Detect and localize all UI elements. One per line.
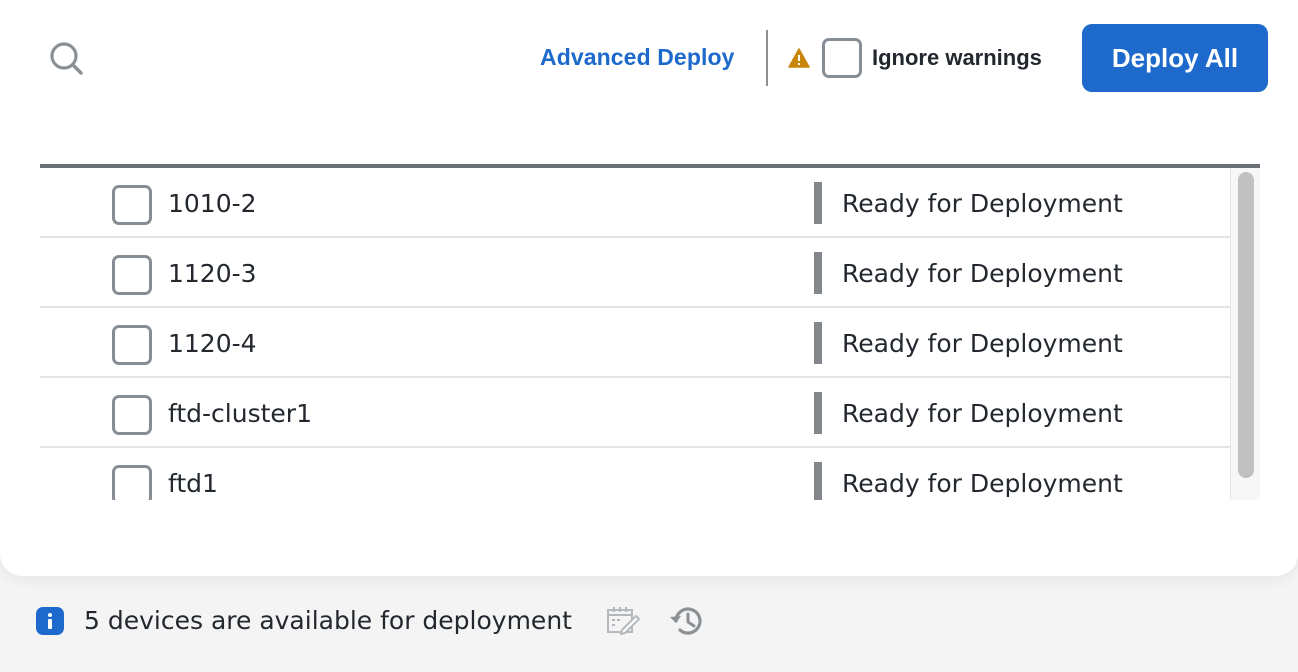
device-status: Ready for Deployment <box>842 469 1123 498</box>
row-checkbox[interactable] <box>112 325 152 365</box>
status-indicator <box>814 252 822 294</box>
device-name: 1120-3 <box>168 259 257 288</box>
ignore-warnings-checkbox[interactable] <box>822 38 862 78</box>
ignore-warnings-label[interactable]: Ignore warnings <box>872 45 1042 71</box>
table-row[interactable]: 1120-3 Ready for Deployment <box>40 238 1230 308</box>
row-checkbox[interactable] <box>112 395 152 435</box>
warning-triangle-icon <box>788 48 810 68</box>
search-icon[interactable] <box>48 40 86 78</box>
table-row[interactable]: 1010-2 Ready for Deployment <box>40 168 1230 238</box>
table-row[interactable]: 1120-4 Ready for Deployment <box>40 308 1230 378</box>
status-indicator <box>814 392 822 434</box>
toolbar-divider <box>766 30 768 86</box>
status-indicator <box>814 322 822 364</box>
toolbar: Advanced Deploy Ignore warnings Deploy A… <box>0 0 1298 96</box>
scrollbar-thumb[interactable] <box>1238 172 1254 478</box>
device-status: Ready for Deployment <box>842 189 1123 218</box>
advanced-deploy-link[interactable]: Advanced Deploy <box>540 44 735 71</box>
scrollbar-track[interactable] <box>1230 168 1260 500</box>
deploy-all-button[interactable]: Deploy All <box>1082 24 1268 92</box>
info-icon <box>36 607 64 635</box>
device-name: ftd1 <box>168 469 218 498</box>
device-name: 1010-2 <box>168 189 257 218</box>
device-name: 1120-4 <box>168 329 257 358</box>
status-indicator <box>814 182 822 224</box>
status-indicator <box>814 462 822 500</box>
table-row[interactable]: ftd1 Ready for Deployment <box>40 448 1230 500</box>
device-status: Ready for Deployment <box>842 259 1123 288</box>
device-list: 1010-2 Ready for Deployment 1120-3 Ready… <box>40 168 1230 500</box>
deployment-summary: 5 devices are available for deployment <box>84 606 572 635</box>
table-row[interactable]: ftd-cluster1 Ready for Deployment <box>40 378 1230 448</box>
device-name: ftd-cluster1 <box>168 399 312 428</box>
calendar-edit-icon[interactable] <box>606 606 640 636</box>
history-icon[interactable] <box>668 604 704 638</box>
footer: 5 devices are available for deployment <box>0 590 1298 660</box>
device-status: Ready for Deployment <box>842 329 1123 358</box>
device-status: Ready for Deployment <box>842 399 1123 428</box>
row-checkbox[interactable] <box>112 185 152 225</box>
device-table: 1010-2 Ready for Deployment 1120-3 Ready… <box>40 164 1260 500</box>
row-checkbox[interactable] <box>112 255 152 295</box>
row-checkbox[interactable] <box>112 465 152 500</box>
